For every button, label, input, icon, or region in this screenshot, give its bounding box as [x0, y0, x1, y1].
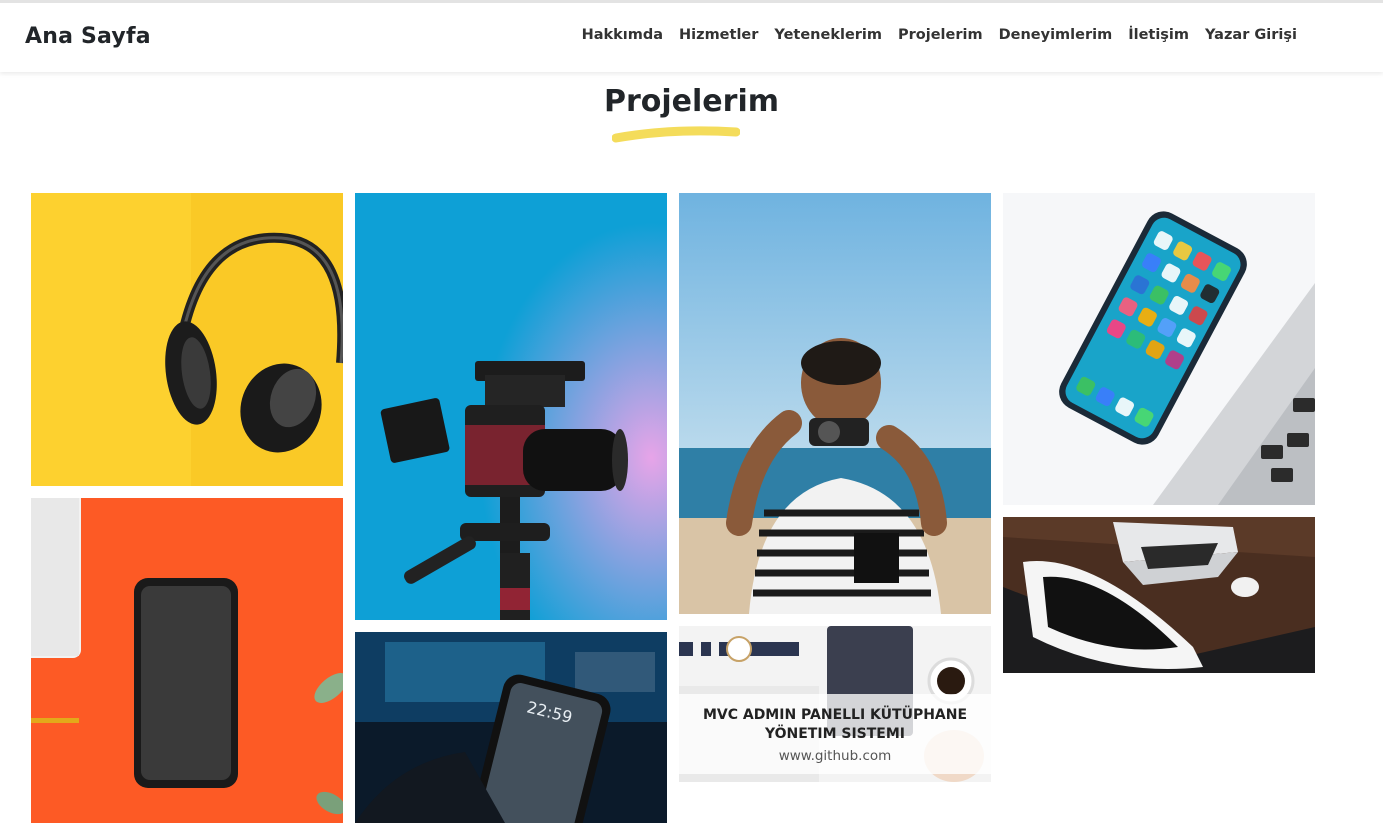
photographer-image [679, 193, 991, 614]
project-title: MVC ADMIN PANELLI KÜTÜPHANE YÖNETIM SIST… [702, 707, 968, 742]
nav-link-hizmetler[interactable]: Hizmetler [679, 27, 758, 43]
project-tile-photographer[interactable] [679, 193, 991, 614]
nav-link-hakkimda[interactable]: Hakkımda [582, 27, 663, 43]
project-tile-phone-in-hand[interactable]: 22:59 [355, 632, 667, 823]
project-tile-iphone[interactable] [1003, 193, 1315, 505]
nav-link-yeteneklerim[interactable]: Yeteneklerim [774, 27, 882, 43]
phone-in-hand-image: 22:59 [355, 632, 667, 823]
laptop-desk-image [1003, 517, 1315, 673]
nav-link-projelerim[interactable]: Projelerim [898, 27, 983, 43]
headphones-image [31, 193, 343, 486]
project-tile-headphones[interactable] [31, 193, 343, 486]
video-camera-image [355, 193, 667, 620]
nav-link-deneyimlerim[interactable]: Deneyimlerim [999, 27, 1113, 43]
top-navbar: Ana Sayfa Hakkımda Hizmetler Yetenekleri… [0, 0, 1383, 72]
nav-link-iletisim[interactable]: İletişim [1128, 27, 1189, 43]
project-tile-video-camera[interactable] [355, 193, 667, 620]
project-caption: MVC ADMIN PANELLI KÜTÜPHANE YÖNETIM SIST… [679, 694, 991, 774]
project-link[interactable]: www.github.com [679, 748, 991, 764]
section-title: Projelerim [604, 84, 779, 119]
title-underline-decoration [612, 126, 740, 143]
project-tile-smartphone-orange[interactable] [31, 498, 343, 823]
iphone-laptop-image [1003, 193, 1315, 505]
main-nav: Hakkımda Hizmetler Yeteneklerim Projeler… [582, 27, 1297, 43]
project-tile-library-system[interactable]: MVC ADMIN PANELLI KÜTÜPHANE YÖNETIM SIST… [679, 626, 991, 782]
smartphone-orange-image [31, 498, 343, 823]
brand-home-link[interactable]: Ana Sayfa [25, 24, 151, 49]
project-tile-laptop-desk[interactable] [1003, 517, 1315, 673]
nav-link-yazar-girisi[interactable]: Yazar Girişi [1205, 27, 1297, 43]
